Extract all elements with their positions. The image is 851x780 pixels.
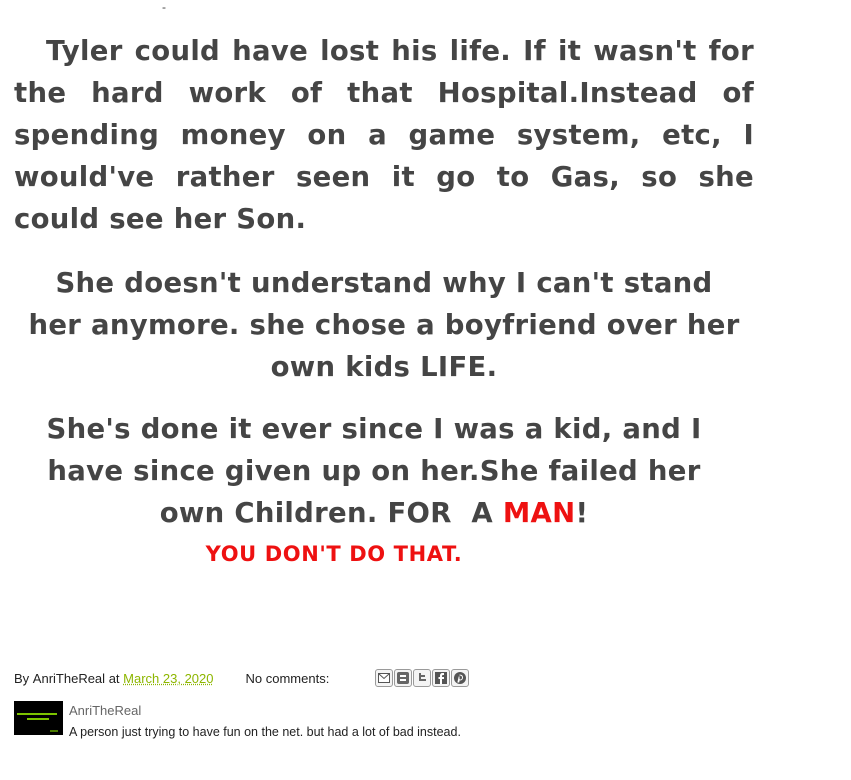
comments-link[interactable]: No comments: <box>246 671 330 686</box>
post-date-link[interactable]: March 23, 2020 <box>123 671 213 686</box>
pinterest-icon[interactable] <box>451 669 470 687</box>
post-paragraph-2-line-1: She doesn't understand why I can't stand <box>55 267 713 299</box>
email-icon[interactable] <box>375 669 394 687</box>
emphasis-man: MAN <box>502 497 576 529</box>
post-body: Tyler could have lost his life. If it wa… <box>14 30 754 574</box>
author-profile-description: A person just trying to have fun on the … <box>69 725 461 739</box>
share-buttons <box>375 669 470 687</box>
facebook-icon[interactable] <box>432 669 451 687</box>
post-paragraph-3-line-3: own Children. FOR A <box>159 497 503 529</box>
post-paragraph-3-line-1: She's done it ever since I was a kid, an… <box>46 413 702 445</box>
post-footer: By AnriTheReal at March 23, 2020 No comm… <box>14 666 814 690</box>
post-paragraph-2: She doesn't understand why I can't stand… <box>14 262 754 388</box>
shout-line: YOU DON'T DO THAT. <box>205 542 463 566</box>
post-paragraph-3: She's done it ever since I was a kid, an… <box>14 408 754 534</box>
avatar[interactable] <box>14 701 63 735</box>
stray-dash: - <box>162 0 166 14</box>
author-link[interactable]: AnriTheReal <box>33 671 105 686</box>
exclamation: ! <box>575 497 589 529</box>
post-paragraph-3-line-2: have since given up on her.She failed he… <box>47 455 701 487</box>
by-label: By <box>14 670 30 686</box>
post-paragraph-2-line-3: own kids LIFE. <box>270 351 498 383</box>
blogger-icon[interactable] <box>394 669 413 687</box>
author-profile-name[interactable]: AnriTheReal <box>69 703 141 718</box>
author-profile: AnriTheReal A person just trying to have… <box>14 700 814 740</box>
at-label: at <box>108 670 120 686</box>
post-paragraph-1: Tyler could have lost his life. If it wa… <box>14 35 754 235</box>
post-paragraph-2-line-2: her anymore. she chose a boyfriend over … <box>28 309 740 341</box>
twitter-icon[interactable] <box>413 669 432 687</box>
